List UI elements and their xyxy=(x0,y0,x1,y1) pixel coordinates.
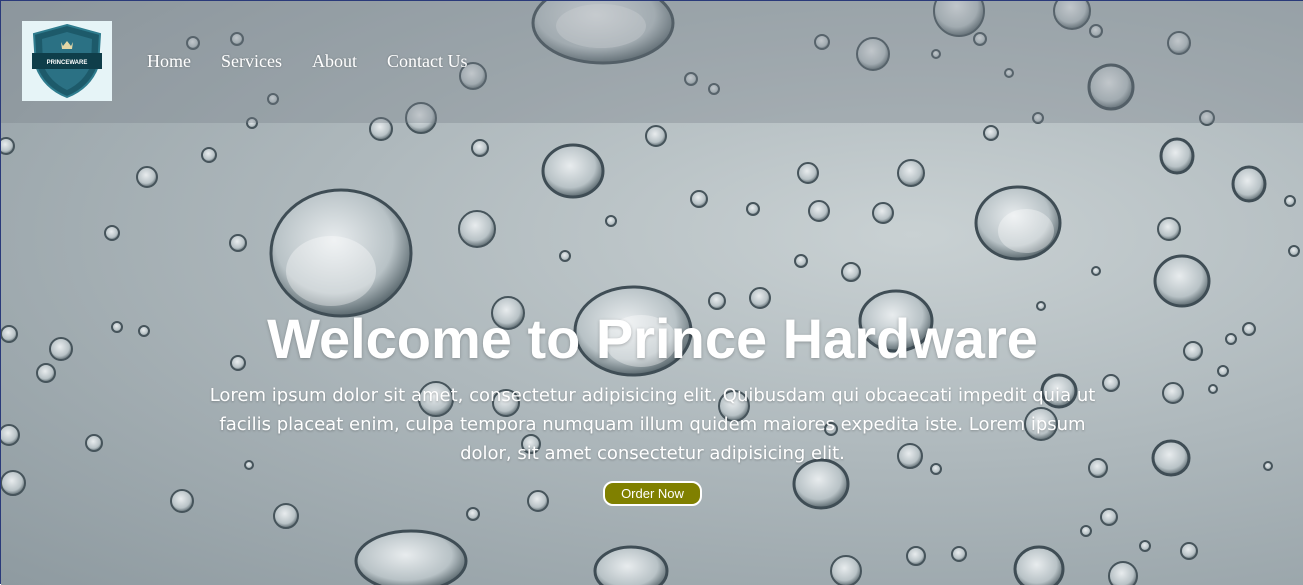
main-nav: Home Services About Contact Us xyxy=(147,51,467,72)
nav-contact-us[interactable]: Contact Us xyxy=(387,51,468,72)
nav-about[interactable]: About xyxy=(312,51,357,72)
princeware-logo[interactable]: PRINCEWARE xyxy=(22,21,112,101)
nav-services[interactable]: Services xyxy=(221,51,282,72)
hero-title: Welcome to Prince Hardware xyxy=(267,307,1038,370)
nav-home[interactable]: Home xyxy=(147,51,191,72)
shield-logo-icon: PRINCEWARE xyxy=(32,23,102,99)
order-now-button[interactable]: Order Now xyxy=(603,481,702,506)
hero-section: PRINCEWARE Home Services About Contact U… xyxy=(1,1,1303,585)
hero-content: Welcome to Prince Hardware Lorem ipsum d… xyxy=(1,303,1303,506)
hero-description: Lorem ipsum dolor sit amet, consectetur … xyxy=(209,385,1096,464)
logo-text: PRINCEWARE xyxy=(47,60,88,66)
